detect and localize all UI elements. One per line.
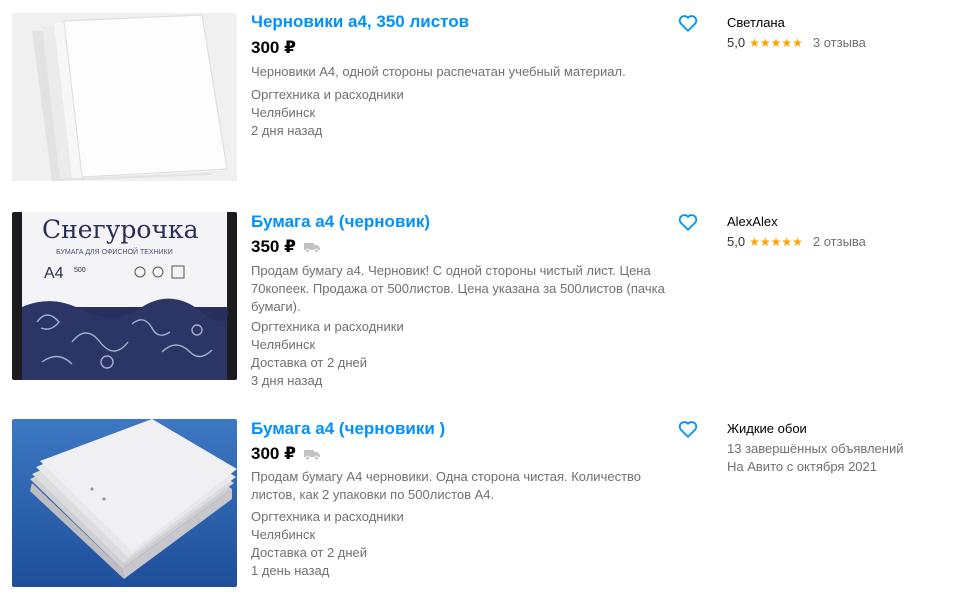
listing-price: 300 ₽ bbox=[251, 38, 296, 57]
listing-date: 2 дня назад bbox=[251, 123, 323, 138]
listing-description: Продам бумагу А4 черновики. Одна сторона… bbox=[251, 469, 642, 502]
listing-city: Челябинск bbox=[251, 337, 316, 352]
paper-stack-image bbox=[12, 13, 237, 181]
listing-city: Челябинск bbox=[251, 527, 316, 542]
seller-block: Жидкие обои 13 завершённых объявлений На… bbox=[727, 420, 904, 476]
listing-meta: Оргтехника и расходники Челябинск 2 дня … bbox=[251, 86, 404, 140]
price-row: 300 ₽ bbox=[251, 38, 296, 58]
seller-block: AlexAlex 5,0 ★★★★★ 2 отзыва bbox=[727, 213, 866, 251]
seller-completed-count: 13 завершённых объявлений bbox=[727, 441, 904, 456]
seller-name[interactable]: Жидкие обои bbox=[727, 420, 904, 438]
listing-meta: Оргтехника и расходники Челябинск Достав… bbox=[251, 508, 404, 580]
listing-photo[interactable] bbox=[12, 13, 237, 181]
favorite-heart-icon[interactable] bbox=[678, 213, 698, 231]
seller-rating: 5,0 ★★★★★ 2 отзыва bbox=[727, 233, 866, 251]
reviews-link[interactable]: 3 отзыва bbox=[813, 34, 866, 52]
listing-price: 300 ₽ bbox=[251, 444, 296, 463]
rating-value: 5,0 bbox=[727, 234, 746, 249]
seller-name[interactable]: Светлана bbox=[727, 14, 866, 32]
listing-photo[interactable]: Снегурочка БУМАГА ДЛЯ ОФИСНОЙ ТЕХНИКИ А4… bbox=[12, 212, 237, 380]
price-row: 350 ₽ bbox=[251, 237, 320, 257]
price-row: 300 ₽ bbox=[251, 444, 320, 464]
listing-category: Оргтехника и расходники bbox=[251, 87, 404, 102]
rating-value: 5,0 bbox=[727, 35, 746, 50]
seller-block: Светлана 5,0 ★★★★★ 3 отзыва bbox=[727, 14, 866, 52]
delivery-truck-icon bbox=[303, 243, 320, 253]
seller-name[interactable]: AlexAlex bbox=[727, 213, 866, 231]
image-brand-text: Снегурочка bbox=[42, 215, 199, 244]
listing-delivery: Доставка от 2 дней bbox=[251, 545, 368, 560]
listing-category: Оргтехника и расходники bbox=[251, 319, 404, 334]
listing-photo[interactable] bbox=[12, 419, 237, 587]
rating-stars-icon: ★★★★★ bbox=[749, 36, 803, 50]
paper-sheets-image bbox=[12, 419, 237, 587]
delivery-truck-icon bbox=[303, 450, 320, 460]
seller-since: На Авито с октября 2021 bbox=[727, 459, 877, 474]
listing-title[interactable]: Черновики а4, 350 листов bbox=[251, 12, 469, 32]
listing-date: 3 дня назад bbox=[251, 373, 323, 388]
reviews-link[interactable]: 2 отзыва bbox=[813, 233, 866, 251]
listing-city: Челябинск bbox=[251, 105, 316, 120]
image-count-text: 500 bbox=[74, 267, 86, 274]
listing-category: Оргтехника и расходники bbox=[251, 509, 404, 524]
listing-title[interactable]: Бумага а4 (черновик) bbox=[251, 212, 430, 232]
paper-pack-image: Снегурочка БУМАГА ДЛЯ ОФИСНОЙ ТЕХНИКИ А4… bbox=[12, 212, 237, 380]
listing-description: Продам бумагу а4. Черновик! С одной стор… bbox=[251, 263, 665, 314]
image-subtitle-text: БУМАГА ДЛЯ ОФИСНОЙ ТЕХНИКИ bbox=[56, 247, 173, 256]
rating-stars-icon: ★★★★★ bbox=[749, 235, 803, 249]
listing-description: Черновики А4, одной стороны распечатан у… bbox=[251, 64, 626, 79]
listing-meta: Оргтехника и расходники Челябинск Достав… bbox=[251, 318, 404, 390]
listing-date: 1 день назад bbox=[251, 563, 330, 578]
image-format-text: А4 bbox=[44, 265, 64, 282]
favorite-heart-icon[interactable] bbox=[678, 420, 698, 438]
seller-rating: 5,0 ★★★★★ 3 отзыва bbox=[727, 34, 866, 52]
favorite-heart-icon[interactable] bbox=[678, 14, 698, 32]
listing-price: 350 ₽ bbox=[251, 237, 296, 256]
listing-title[interactable]: Бумага а4 (черновики ) bbox=[251, 419, 445, 439]
listing-delivery: Доставка от 2 дней bbox=[251, 355, 368, 370]
